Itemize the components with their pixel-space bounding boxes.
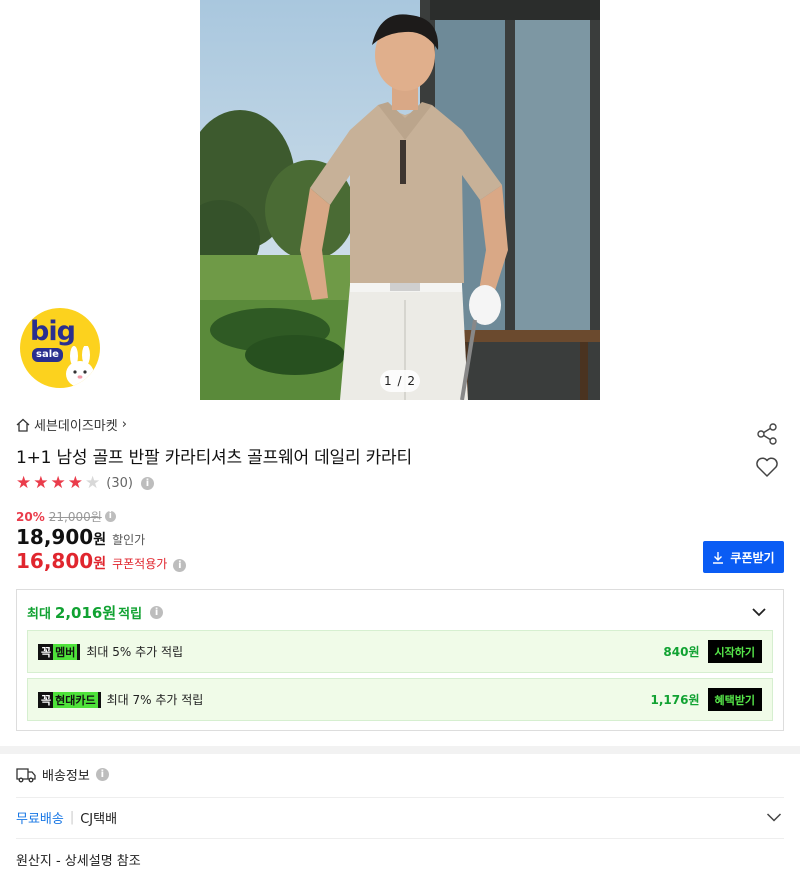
image-pager: 1 / 2 xyxy=(380,370,420,392)
sale-price: 18,900 xyxy=(16,525,94,549)
shipping-header: 배송정보 i xyxy=(16,765,109,784)
chevron-down-icon[interactable] xyxy=(766,810,782,824)
benefit-tag-name: 멤버 xyxy=(53,643,78,660)
store-link[interactable]: 세븐데이즈마켓 › xyxy=(16,415,127,434)
home-icon xyxy=(16,418,30,432)
big-sale-badge: big sale xyxy=(20,308,100,388)
rating[interactable]: ★ ★ ★ ★ ★ (30) i xyxy=(16,474,154,492)
info-icon[interactable]: i xyxy=(95,768,109,781)
benefit-row-hyundai-card: 꼭 현대카드 최대 7% 추가 적립 1,176원 혜택받기 xyxy=(27,678,773,721)
benefit-text: 최대 7% 추가 적립 xyxy=(106,693,204,707)
benefit-row-member: 꼭 멤버 최대 5% 추가 적립 840원 시작하기 xyxy=(27,630,773,673)
info-icon[interactable]: i xyxy=(140,476,154,490)
free-shipping: 무료배송 xyxy=(16,812,64,827)
points-summary: 최대 2,016원 적립 i xyxy=(27,602,164,623)
info-icon[interactable]: i xyxy=(150,606,164,619)
separator: | xyxy=(69,810,75,825)
info-icon[interactable]: i xyxy=(104,511,116,522)
benefit-amount: 840원 xyxy=(663,645,700,659)
coupon-price-row: 16,800 원 쿠폰적용가 i xyxy=(16,549,187,573)
star-icon: ★ xyxy=(33,473,49,493)
coupon-price-unit: 원 xyxy=(93,556,107,572)
discount-rate: 20% xyxy=(16,509,45,524)
badge-sale-text: sale xyxy=(32,348,63,362)
share-icon[interactable] xyxy=(755,422,779,446)
benefit-tag-prefix: 꼭 xyxy=(41,693,52,707)
divider-line xyxy=(16,838,784,839)
start-membership-button[interactable]: 시작하기 xyxy=(707,640,762,663)
star-icon: ★ xyxy=(67,473,83,493)
chevron-right-icon: › xyxy=(121,417,127,432)
section-divider xyxy=(0,746,800,754)
points-amount: 2,016원 xyxy=(54,604,117,622)
store-name: 세븐데이즈마켓 xyxy=(34,419,118,434)
benefit-amount: 1,176원 xyxy=(650,693,700,707)
download-icon xyxy=(713,551,724,564)
benefit-tag-name: 현대카드 xyxy=(53,691,98,708)
carrier: CJ택배 xyxy=(80,812,118,827)
coupon-price: 16,800 xyxy=(16,549,94,573)
discount-row: 20% 21,000원 i xyxy=(16,508,116,525)
benefit-tag: 꼭 현대카드 xyxy=(38,691,101,708)
sale-price-row: 18,900 원 할인가 xyxy=(16,525,145,549)
star-icon: ★ xyxy=(85,473,101,493)
product-title: 1+1 남성 골프 반팔 카라티셔츠 골프웨어 데일리 카라티 xyxy=(16,448,412,468)
get-benefit-button[interactable]: 혜택받기 xyxy=(707,688,762,711)
info-icon[interactable]: i xyxy=(173,559,187,572)
badge-big-text: big xyxy=(30,316,76,347)
truck-icon xyxy=(16,767,36,782)
sale-price-unit: 원 xyxy=(93,532,107,548)
coupon-price-label: 쿠폰적용가 xyxy=(112,557,168,571)
chevron-down-icon[interactable] xyxy=(751,604,767,620)
star-icon: ★ xyxy=(16,473,32,493)
bunny-icon xyxy=(66,346,94,387)
points-suffix: 적립 xyxy=(118,607,143,622)
points-prefix: 최대 xyxy=(27,607,51,622)
benefit-tag-prefix: 꼭 xyxy=(41,645,52,659)
country-of-origin: 원산지 - 상세설명 참조 xyxy=(16,854,141,869)
golf-polo-photo xyxy=(200,0,600,400)
shipping-summary[interactable]: 무료배송 | CJ택배 xyxy=(16,808,117,827)
heart-icon[interactable] xyxy=(755,456,779,478)
product-image[interactable]: 1 / 2 xyxy=(200,0,600,400)
get-coupon-label: 쿠폰받기 xyxy=(730,550,775,565)
benefit-tag: 꼭 멤버 xyxy=(38,643,81,660)
benefit-text: 최대 5% 추가 적립 xyxy=(86,645,184,659)
get-coupon-button[interactable]: 쿠폰받기 xyxy=(703,541,784,573)
points-panel: 최대 2,016원 적립 i 꼭 멤버 최대 5% 추가 적립 840원 시작하… xyxy=(16,589,784,731)
divider-line xyxy=(16,797,784,798)
review-count[interactable]: (30) xyxy=(106,476,133,491)
shipping-title: 배송정보 xyxy=(42,769,90,784)
original-price: 21,000원 xyxy=(48,510,102,524)
star-icon: ★ xyxy=(50,473,66,493)
sale-price-label: 할인가 xyxy=(112,533,146,547)
